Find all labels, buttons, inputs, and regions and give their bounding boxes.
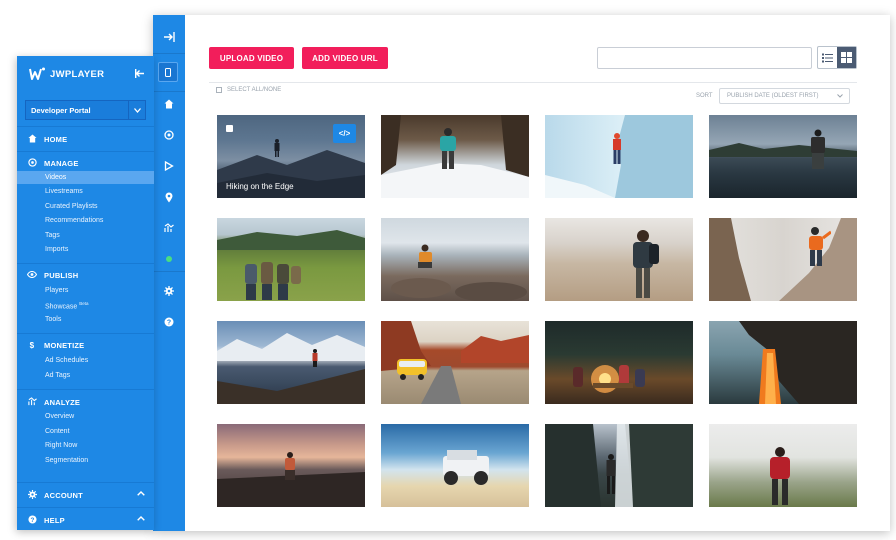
device-icon[interactable] [158, 62, 178, 82]
sidebar-item-right-now[interactable]: Right Now [45, 442, 77, 449]
manage-icon [27, 158, 37, 169]
video-thumbnail[interactable] [217, 424, 365, 507]
jwplayer-logo[interactable]: JWPLAYER [28, 66, 104, 82]
sidebar-section-account[interactable]: ACCOUNT [27, 490, 83, 501]
video-thumbnail[interactable] [709, 424, 857, 507]
video-thumbnail[interactable] [709, 321, 857, 404]
sidebar-item-videos[interactable]: Videos [45, 174, 66, 181]
gear-icon [27, 490, 37, 501]
jwplayer-logo-icon [29, 67, 45, 80]
chevron-up-icon[interactable] [137, 514, 145, 523]
analytics-icon[interactable] [153, 218, 185, 238]
list-view-icon[interactable] [818, 47, 837, 68]
sidebar-item-segmentation[interactable]: Segmentation [45, 457, 88, 464]
eye-icon [26, 270, 38, 280]
dollar-icon: $ [29, 341, 35, 350]
chevron-down-icon[interactable] [128, 101, 145, 119]
video-thumbnail[interactable] [545, 218, 693, 301]
sidebar-section-label: ANALYZE [44, 398, 81, 407]
beta-badge: Beta [79, 301, 89, 306]
video-thumbnail[interactable] [381, 321, 529, 404]
sidebar-item-curated-playlists[interactable]: Curated Playlists [45, 203, 98, 210]
select-all-checkbox[interactable] [216, 87, 222, 93]
sidebar-section-label: MONETIZE [44, 341, 85, 350]
sidebar-item-ad-tags[interactable]: Ad Tags [45, 372, 70, 379]
view-toggle [817, 46, 857, 69]
expand-sidebar-icon[interactable] [153, 27, 185, 47]
sidebar-item-showcase[interactable]: Showcase Beta [45, 301, 89, 310]
embed-code-button[interactable]: </> [333, 124, 356, 143]
chart-icon [27, 397, 37, 408]
video-thumbnail[interactable] [217, 321, 365, 404]
sidebar-item-label: Showcase [45, 303, 78, 311]
sidebar-item-tools[interactable]: Tools [45, 316, 61, 323]
active-item-highlight [17, 171, 154, 184]
video-thumbnail[interactable] [381, 115, 529, 198]
chevron-down-icon [837, 94, 843, 98]
sidebar-section-label: ACCOUNT [44, 491, 83, 500]
sidebar-item-livestreams[interactable]: Livestreams [45, 188, 83, 195]
svg-text:?: ? [30, 517, 34, 524]
app-stage: ? UPLOAD VIDEO ADD VIDEO URL SELECT ALL/… [0, 0, 896, 540]
video-thumbnail[interactable] [545, 115, 693, 198]
sidebar-section-help[interactable]: ? HELP [27, 515, 65, 526]
video-thumbnail[interactable] [217, 218, 365, 301]
location-icon[interactable] [153, 187, 185, 207]
home-icon [27, 134, 37, 145]
brand-name: JWPLAYER [50, 68, 105, 80]
sidebar-section-label: PUBLISH [44, 271, 79, 280]
video-select-checkbox[interactable] [226, 125, 233, 132]
upload-video-button[interactable]: UPLOAD VIDEO [209, 47, 294, 69]
property-selector-value: Developer Portal [31, 105, 91, 115]
chevron-up-icon[interactable] [137, 489, 145, 498]
video-library-window: ? UPLOAD VIDEO ADD VIDEO URL SELECT ALL/… [153, 15, 890, 531]
icon-rail: ? [153, 15, 185, 531]
video-thumbnail[interactable] [709, 218, 857, 301]
sort-label: SORT [696, 93, 713, 99]
help-icon: ? [27, 515, 37, 526]
add-video-url-button[interactable]: ADD VIDEO URL [302, 47, 388, 69]
sidebar-section-publish[interactable]: PUBLISH [26, 270, 79, 280]
sidebar-item-imports[interactable]: Imports [45, 246, 68, 253]
sidebar-section-label: MANAGE [44, 159, 79, 168]
manage-icon[interactable] [153, 125, 185, 145]
video-thumbnail[interactable] [381, 218, 529, 301]
svg-text:?: ? [167, 320, 171, 327]
home-icon[interactable] [153, 94, 185, 114]
video-thumbnail[interactable] [545, 424, 693, 507]
search-input[interactable] [597, 47, 812, 69]
main-sidebar: JWPLAYER Developer Portal HOME MANAGE Vi… [17, 56, 154, 530]
sidebar-section-label: HELP [44, 516, 65, 525]
play-icon[interactable] [153, 156, 185, 176]
property-selector[interactable]: Developer Portal [25, 100, 146, 120]
gear-icon[interactable] [153, 281, 185, 301]
sidebar-item-players[interactable]: Players [45, 287, 68, 294]
grid-view-icon[interactable] [837, 47, 856, 68]
video-title: Hiking on the Edge [226, 182, 294, 191]
sidebar-section-monetize[interactable]: $ MONETIZE [27, 341, 84, 350]
sort-value: PUBLISH DATE (OLDEST FIRST) [727, 93, 819, 99]
sidebar-item-label: HOME [44, 135, 68, 144]
sort-select[interactable]: PUBLISH DATE (OLDEST FIRST) [719, 88, 850, 104]
collapse-sidebar-icon[interactable] [135, 69, 145, 81]
sidebar-item-recommendations[interactable]: Recommendations [45, 217, 103, 224]
video-thumbnail[interactable]: </> Hiking on the Edge [217, 115, 365, 198]
sidebar-item-ad-schedules[interactable]: Ad Schedules [45, 357, 88, 364]
video-thumbnail[interactable] [381, 424, 529, 507]
video-thumbnail[interactable] [545, 321, 693, 404]
sidebar-item-content[interactable]: Content [45, 428, 70, 435]
sidebar-item-tags[interactable]: Tags [45, 232, 60, 239]
toolbar-divider [209, 82, 857, 83]
select-all-toggle[interactable]: SELECT ALL/NONE [216, 87, 281, 93]
sidebar-item-overview[interactable]: Overview [45, 413, 74, 420]
video-thumbnail[interactable] [709, 115, 857, 198]
sidebar-section-manage[interactable]: MANAGE [27, 158, 79, 169]
help-icon[interactable]: ? [153, 312, 185, 332]
sidebar-item-home[interactable]: HOME [27, 134, 67, 145]
select-all-label: SELECT ALL/NONE [227, 87, 282, 93]
sidebar-section-analyze[interactable]: ANALYZE [27, 397, 80, 408]
status-dot [153, 249, 185, 269]
